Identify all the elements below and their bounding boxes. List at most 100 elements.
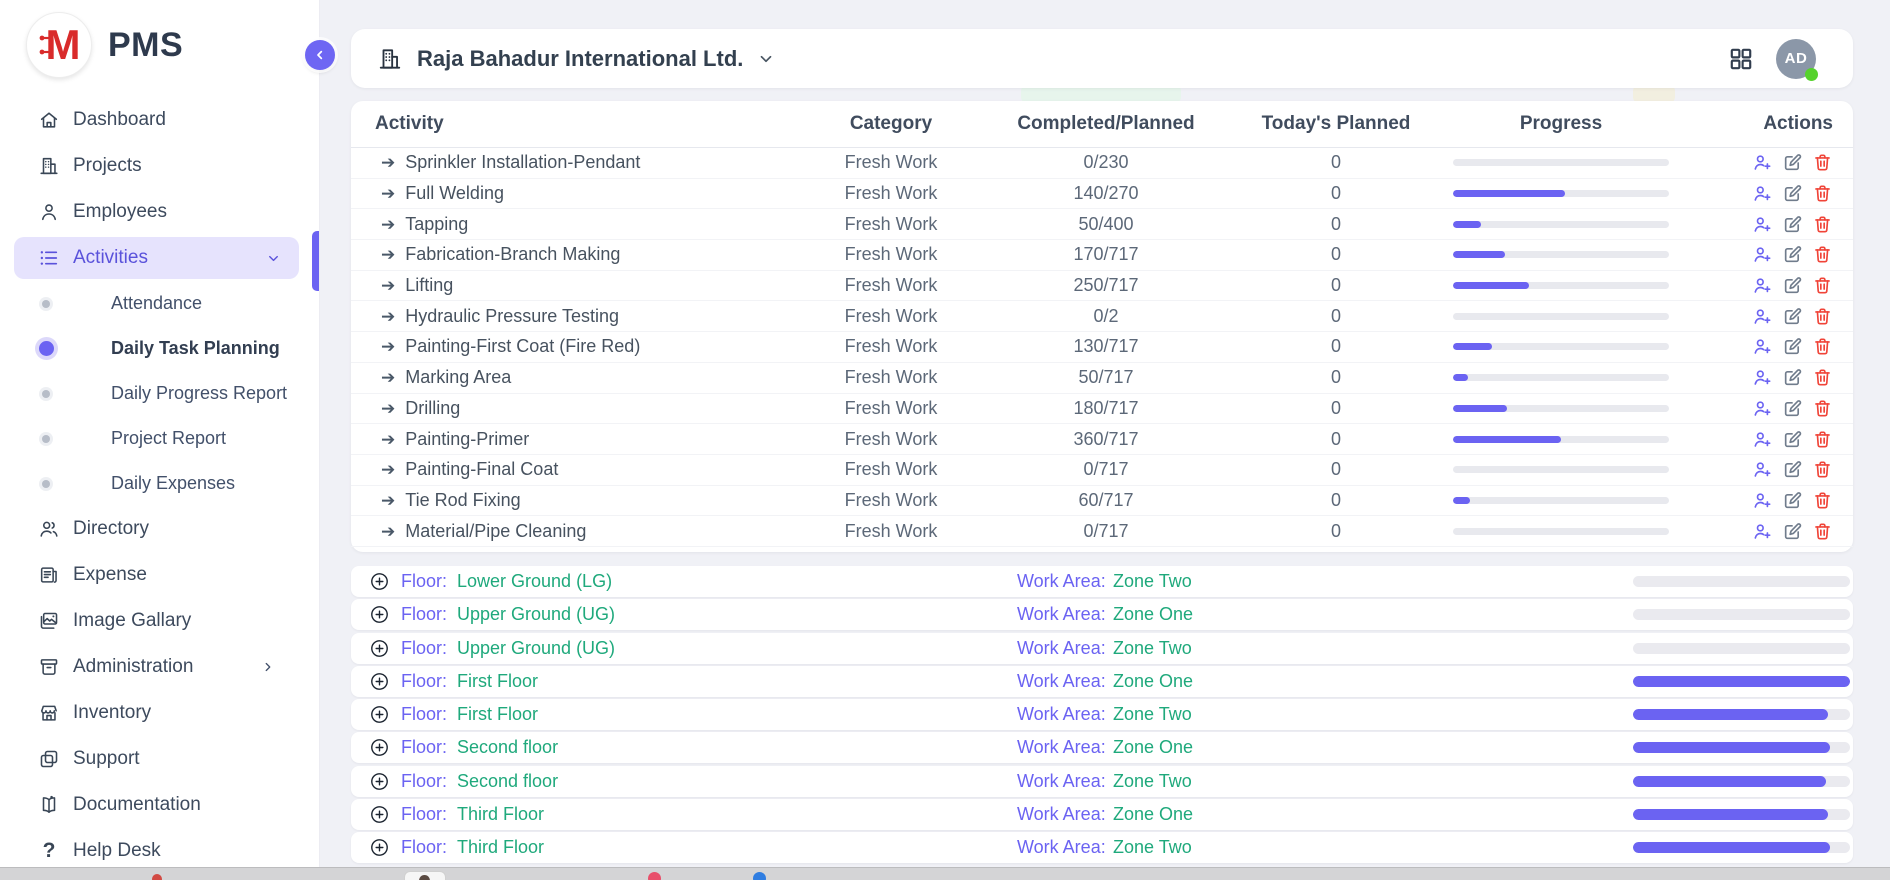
expand-floor-button[interactable] [369, 771, 390, 792]
activity-name: Tie Rod Fixing [405, 490, 520, 511]
delete-button[interactable] [1812, 367, 1833, 388]
table-row: ➔ Tie Rod Fixing Fresh Work 60/717 0 [351, 486, 1853, 517]
app-logo[interactable]: M PMS [26, 12, 183, 78]
assign-user-button[interactable] [1752, 521, 1773, 542]
taskbar-app-button[interactable] [404, 871, 446, 880]
floor-label: Floor: [401, 804, 457, 825]
sidebar-item-employees[interactable]: Employees [0, 189, 319, 235]
expand-floor-button[interactable] [369, 604, 390, 625]
sidebar-item-directory[interactable]: Directory [0, 506, 319, 552]
sidebar-subitem-project-report[interactable]: Project Report [0, 416, 319, 461]
floor-label: Floor: [401, 638, 457, 659]
sidebar-subitem-attendance[interactable]: Attendance [0, 281, 319, 326]
overlapping-squares-icon [38, 748, 60, 770]
sidebar-item-dashboard[interactable]: Dashboard [0, 97, 319, 143]
assign-user-button[interactable] [1752, 367, 1773, 388]
delete-button[interactable] [1812, 429, 1833, 450]
expand-floor-button[interactable] [369, 671, 390, 692]
edit-button[interactable] [1782, 214, 1803, 235]
edit-button[interactable] [1782, 244, 1803, 265]
taskbar-avatar-icon [419, 875, 430, 880]
category-cell: Fresh Work [791, 306, 991, 327]
taskbar-app-icon[interactable] [648, 872, 661, 880]
assign-user-button[interactable] [1752, 214, 1773, 235]
sidebar-subitem-daily-expenses[interactable]: Daily Expenses [0, 461, 319, 506]
column-header-todays-planned: Today's Planned [1221, 113, 1451, 135]
todays-planned-cell: 0 [1221, 183, 1451, 204]
sidebar-item-expense[interactable]: Expense [0, 552, 319, 598]
floor-label: Floor: [401, 604, 457, 625]
expand-floor-button[interactable] [369, 804, 390, 825]
plus-circle-icon [369, 804, 390, 825]
sidebar-item-label: Inventory [73, 702, 151, 724]
sidebar-item-administration[interactable]: Administration [0, 644, 319, 690]
assign-user-button[interactable] [1752, 398, 1773, 419]
sidebar-item-label: Image Gallary [73, 610, 191, 632]
person-plus-icon [1752, 214, 1773, 235]
arrow-right-icon: ➔ [381, 461, 395, 478]
assign-user-button[interactable] [1752, 306, 1773, 327]
expand-floor-button[interactable] [369, 737, 390, 758]
taskbar-app-icon[interactable] [753, 872, 766, 880]
delete-button[interactable] [1812, 336, 1833, 357]
apps-grid-icon[interactable] [1728, 46, 1754, 72]
company-selector[interactable]: Raja Bahadur International Ltd. [377, 46, 775, 72]
delete-button[interactable] [1812, 275, 1833, 296]
delete-button[interactable] [1812, 244, 1833, 265]
assign-user-button[interactable] [1752, 152, 1773, 173]
table-row: ➔ Tapping Fresh Work 50/400 0 [351, 209, 1853, 240]
edit-button[interactable] [1782, 521, 1803, 542]
sidebar-item-documentation[interactable]: Documentation [0, 782, 319, 828]
work-area-label: Work Area: [1017, 671, 1113, 692]
assign-user-button[interactable] [1752, 490, 1773, 511]
sidebar-subitem-daily-task-planning[interactable]: Daily Task Planning [0, 326, 319, 371]
expand-floor-button[interactable] [369, 638, 390, 659]
sidebar-collapse-button[interactable] [305, 40, 335, 70]
trash-icon [1812, 152, 1833, 173]
edit-button[interactable] [1782, 459, 1803, 480]
table-body: ➔ Sprinkler Installation-Pendant Fresh W… [351, 148, 1853, 547]
actions-cell [1671, 275, 1853, 296]
delete-button[interactable] [1812, 183, 1833, 204]
delete-button[interactable] [1812, 459, 1833, 480]
edit-button[interactable] [1782, 367, 1803, 388]
expand-floor-button[interactable] [369, 704, 390, 725]
edit-button[interactable] [1782, 152, 1803, 173]
plus-circle-icon [369, 638, 390, 659]
edit-button[interactable] [1782, 275, 1803, 296]
delete-button[interactable] [1812, 490, 1833, 511]
progress-cell [1451, 343, 1671, 350]
expand-floor-button[interactable] [369, 837, 390, 858]
sidebar-subitem-daily-progress-report[interactable]: Daily Progress Report [0, 371, 319, 416]
sidebar-item-activities[interactable]: Activities [14, 237, 299, 279]
floor-progress-track [1633, 576, 1850, 587]
delete-button[interactable] [1812, 152, 1833, 173]
sidebar-item-support[interactable]: Support [0, 736, 319, 782]
taskbar-app-icon[interactable] [152, 874, 162, 880]
assign-user-button[interactable] [1752, 336, 1773, 357]
delete-button[interactable] [1812, 214, 1833, 235]
edit-button[interactable] [1782, 306, 1803, 327]
user-avatar[interactable]: AD [1776, 39, 1816, 79]
floor-row: Floor: Upper Ground (UG) Work Area: Zone… [351, 599, 1853, 630]
delete-button[interactable] [1812, 398, 1833, 419]
edit-button[interactable] [1782, 336, 1803, 357]
assign-user-button[interactable] [1752, 183, 1773, 204]
edit-button[interactable] [1782, 429, 1803, 450]
sidebar-item-inventory[interactable]: Inventory [0, 690, 319, 736]
sidebar-item-projects[interactable]: Projects [0, 143, 319, 189]
progress-bar-track [1453, 528, 1669, 535]
edit-button[interactable] [1782, 398, 1803, 419]
delete-button[interactable] [1812, 521, 1833, 542]
assign-user-button[interactable] [1752, 275, 1773, 296]
edit-button[interactable] [1782, 183, 1803, 204]
delete-button[interactable] [1812, 306, 1833, 327]
assign-user-button[interactable] [1752, 459, 1773, 480]
edit-button[interactable] [1782, 490, 1803, 511]
plus-circle-icon [369, 604, 390, 625]
category-cell: Fresh Work [791, 152, 991, 173]
assign-user-button[interactable] [1752, 429, 1773, 450]
expand-floor-button[interactable] [369, 571, 390, 592]
sidebar-item-image-gallery[interactable]: Image Gallary [0, 598, 319, 644]
assign-user-button[interactable] [1752, 244, 1773, 265]
